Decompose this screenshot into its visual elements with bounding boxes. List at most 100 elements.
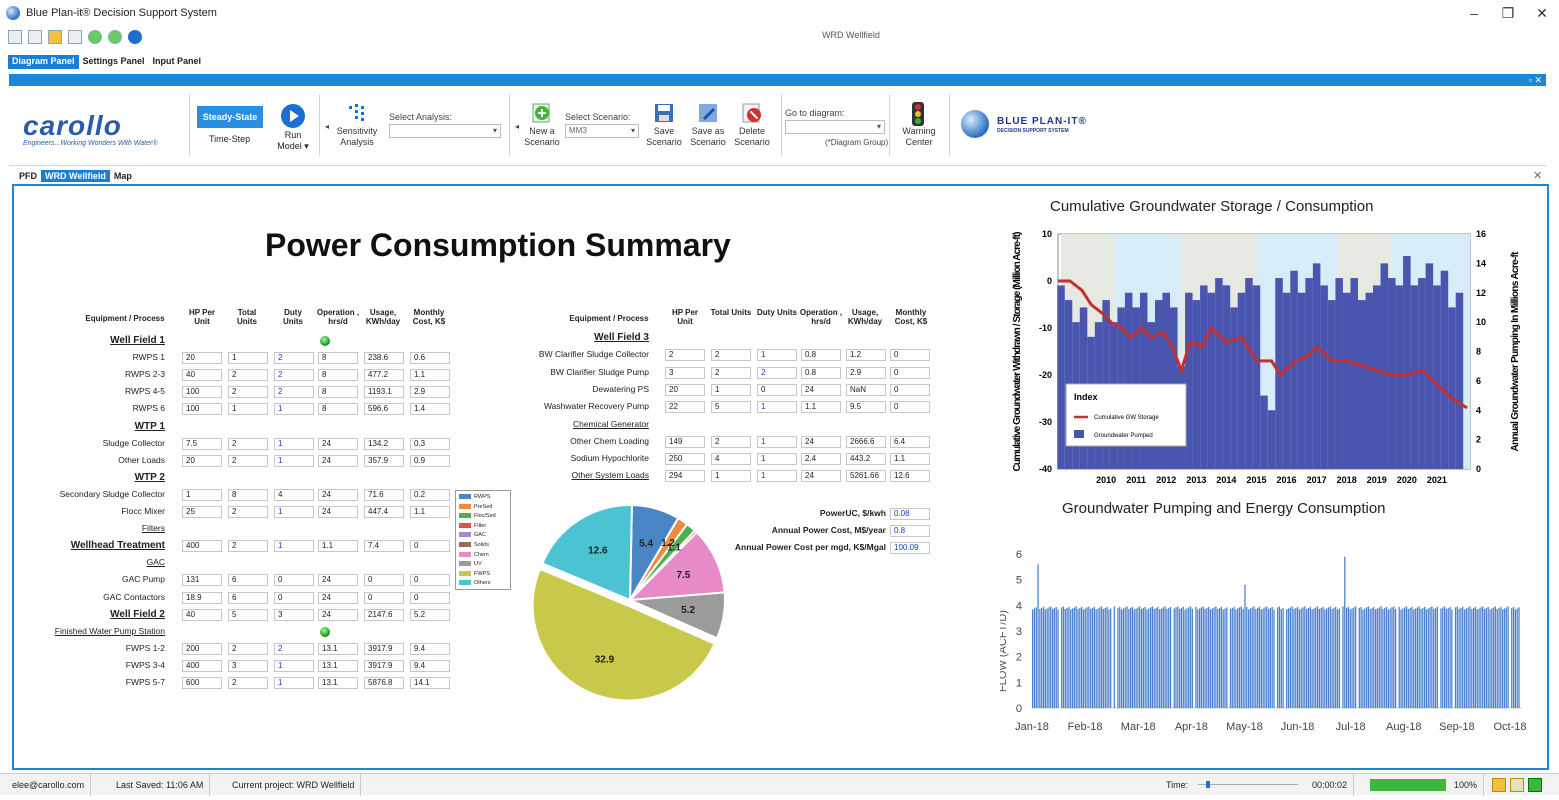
value-cell[interactable]: 24 (318, 437, 358, 450)
value-cell[interactable]: 100 (182, 403, 222, 416)
value-cell[interactable]: 2.9 (410, 386, 450, 399)
value-cell[interactable]: 2 (711, 435, 751, 448)
select-scenario-dropdown[interactable]: MM3 (565, 124, 639, 138)
value-cell[interactable]: 2 (665, 349, 705, 362)
close-tab-icon[interactable]: ✕ (1533, 169, 1542, 182)
value-cell[interactable]: 18.9 (182, 591, 222, 604)
value-cell[interactable]: 1 (274, 403, 314, 416)
value-cell[interactable]: 8 (318, 386, 358, 399)
value-cell[interactable]: 5261.66 (846, 470, 886, 483)
value-cell[interactable]: 443.2 (846, 453, 886, 466)
row-section-label[interactable]: Other System Loads (572, 470, 649, 480)
save-as-scenario-button[interactable]: Save as Scenario (685, 126, 731, 148)
value-cell[interactable]: 1.1 (801, 401, 841, 414)
value-cell[interactable]: 2 (228, 540, 268, 553)
tab-map[interactable]: Map (110, 170, 136, 182)
value-cell[interactable]: 1.1 (318, 540, 358, 553)
tab-pfd[interactable]: PFD (15, 170, 41, 182)
run-model-button[interactable]: Run Model ▾ (273, 130, 313, 152)
value-cell[interactable]: 13.1 (318, 677, 358, 689)
value-cell[interactable]: 1 (274, 540, 314, 553)
value-cell[interactable]: 0.9 (410, 454, 450, 467)
value-cell[interactable]: 238.6 (364, 352, 404, 365)
value-cell[interactable]: 100 (182, 386, 222, 399)
map-icon[interactable] (1528, 778, 1542, 792)
value-cell[interactable]: 8 (318, 403, 358, 416)
value-cell[interactable]: 7.5 (182, 437, 222, 450)
value-cell[interactable]: 0 (364, 591, 404, 604)
value-cell[interactable]: 0 (890, 366, 930, 379)
value-cell[interactable]: 14.1 (410, 677, 450, 689)
value-cell[interactable]: 1 (757, 401, 797, 414)
value-cell[interactable]: 6 (228, 574, 268, 587)
value-cell[interactable]: 294 (665, 470, 705, 483)
value-cell[interactable]: 2666.6 (846, 435, 886, 448)
value-cell[interactable]: 2 (228, 506, 268, 518)
row-section-label[interactable]: Chemical Generator (573, 419, 649, 429)
value-cell[interactable]: 2 (274, 369, 314, 382)
value-cell[interactable]: 0 (410, 591, 450, 604)
value-cell[interactable]: 3917.9 (364, 642, 404, 655)
value-cell[interactable]: 1 (757, 349, 797, 362)
value-cell[interactable]: 2 (228, 437, 268, 450)
value-cell[interactable]: 2.9 (846, 366, 886, 379)
value-cell[interactable]: 1 (182, 488, 222, 501)
value-cell[interactable]: 1 (757, 470, 797, 483)
value-cell[interactable]: 0.8 (801, 366, 841, 379)
cost-value[interactable]: 0.8 (890, 525, 930, 537)
value-cell[interactable]: 5 (711, 401, 751, 414)
value-cell[interactable]: 25 (182, 506, 222, 518)
new-file-icon[interactable] (8, 30, 22, 44)
value-cell[interactable]: 7.4 (364, 540, 404, 553)
value-cell[interactable]: 20 (182, 352, 222, 365)
restore-button[interactable]: ❐ (1491, 0, 1525, 26)
value-cell[interactable]: 3 (228, 659, 268, 672)
value-cell[interactable]: 0 (410, 540, 450, 553)
globe-icon[interactable] (88, 30, 102, 44)
cost-value[interactable]: 0.08 (890, 508, 930, 520)
value-cell[interactable]: 0 (274, 574, 314, 587)
value-cell[interactable]: 149 (665, 435, 705, 448)
delete-scenario-button[interactable]: Delete Scenario (731, 126, 773, 148)
go-to-diagram-input[interactable] (785, 120, 885, 134)
new-scenario-button[interactable]: New a Scenario (521, 126, 563, 148)
value-cell[interactable]: 0 (757, 383, 797, 396)
value-cell[interactable]: 2.4 (801, 453, 841, 466)
value-cell[interactable]: 1.2 (846, 349, 886, 362)
value-cell[interactable]: 20 (665, 383, 705, 396)
close-button[interactable]: ✕ (1525, 0, 1559, 26)
value-cell[interactable]: 2 (711, 349, 751, 362)
value-cell[interactable]: 1 (228, 352, 268, 365)
chevron-left-icon[interactable]: ◂ (325, 122, 329, 131)
value-cell[interactable]: 0 (364, 574, 404, 587)
value-cell[interactable]: 6.4 (890, 435, 930, 448)
value-cell[interactable]: 477.2 (364, 369, 404, 382)
value-cell[interactable]: 24 (318, 574, 358, 587)
value-cell[interactable]: 0.6 (410, 352, 450, 365)
value-cell[interactable]: 24 (318, 591, 358, 604)
value-cell[interactable]: 8 (318, 352, 358, 365)
value-cell[interactable]: 1.1 (410, 506, 450, 518)
value-cell[interactable]: 400 (182, 659, 222, 672)
value-cell[interactable]: 131 (182, 574, 222, 587)
ribbon-window-controls[interactable]: ▫ ✕ (1529, 74, 1542, 86)
value-cell[interactable]: 200 (182, 642, 222, 655)
tab-wrd-wellfield[interactable]: WRD Wellfield (41, 170, 110, 182)
value-cell[interactable]: 8 (318, 369, 358, 382)
value-cell[interactable]: 0 (890, 349, 930, 362)
value-cell[interactable]: 600 (182, 677, 222, 689)
value-cell[interactable]: 2 (228, 677, 268, 689)
value-cell[interactable]: 24 (801, 383, 841, 396)
value-cell[interactable]: 9.4 (410, 659, 450, 672)
warning-center-button[interactable]: Warning Center (899, 126, 939, 148)
run-icon[interactable] (128, 30, 142, 44)
value-cell[interactable]: 1.4 (410, 403, 450, 416)
value-cell[interactable]: 2147.6 (364, 608, 404, 621)
row-section-label[interactable]: Filters (142, 523, 165, 533)
value-cell[interactable]: 71.6 (364, 488, 404, 501)
value-cell[interactable]: 0.3 (410, 437, 450, 450)
value-cell[interactable]: 2 (228, 386, 268, 399)
value-cell[interactable]: 0.8 (801, 349, 841, 362)
zoom-icon[interactable] (1510, 778, 1524, 792)
value-cell[interactable]: 0 (274, 591, 314, 604)
